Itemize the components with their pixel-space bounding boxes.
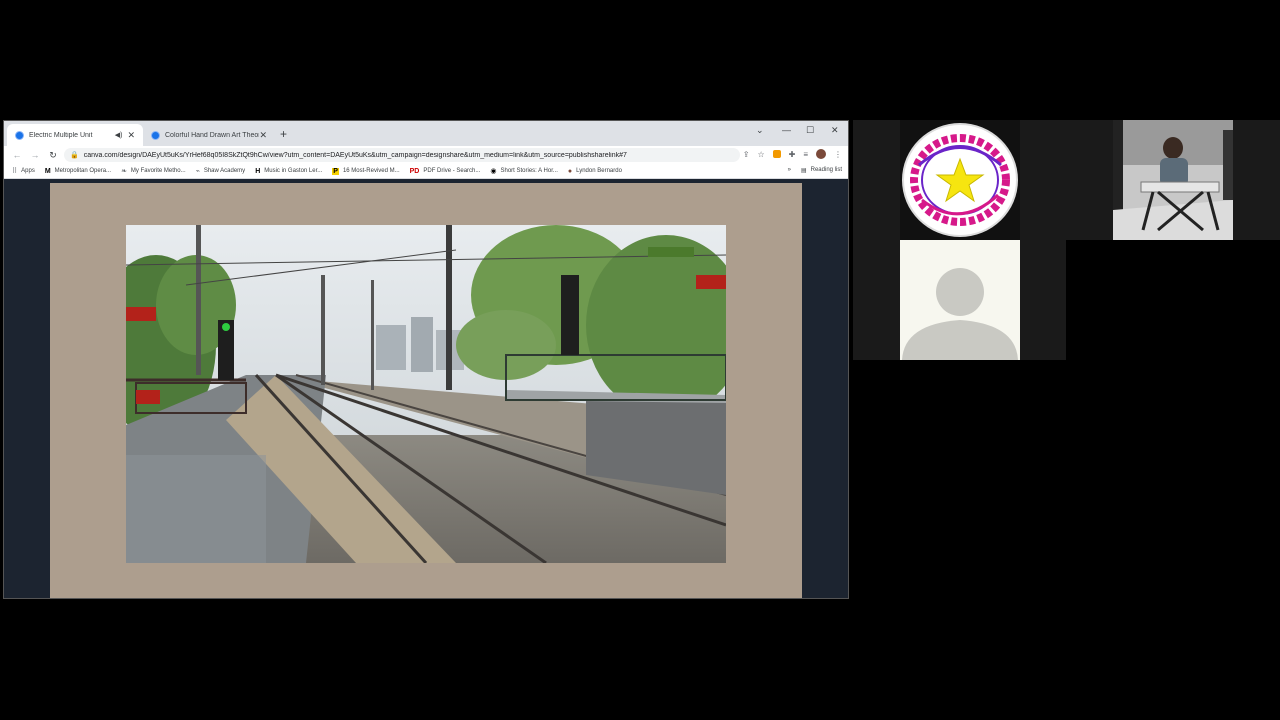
maximize-button[interactable]: ☐ [806,125,814,136]
tab-title: Colorful Hand Drawn Art Theory [165,131,260,139]
tile-gutter [1020,240,1066,360]
bookmark-label: Short Stories: A Hor... [500,168,558,174]
bookmarks-right: » ▤ Reading list [788,167,842,174]
close-window-button[interactable]: ✕ [831,125,839,136]
railway-scene-image [126,225,726,563]
tab-title: Electric Multiple Unit [29,131,93,139]
train-track-video[interactable] [126,225,726,563]
bookmark-label: Metropolitan Opera... [54,168,112,174]
bookmark-short-stories[interactable]: ◉ Short Stories: A Hor... [490,167,557,175]
canva-slide [50,183,802,598]
share-icon[interactable]: ⇪ [743,150,750,159]
star-logo [902,123,1018,237]
apps-icon: ⠿ [12,168,18,175]
lock-icon[interactable]: 🔒 [70,151,79,159]
reload-icon[interactable]: ↻ [44,150,62,161]
bookmark-star-icon[interactable]: ☆ [757,150,764,159]
tile-gutter [853,120,900,360]
tab-strip: Electric Multiple Unit ◀) ✕ Colorful Han… [4,121,848,146]
reading-list-button[interactable]: Reading list [811,167,842,174]
keyboard-player-video [1113,120,1233,240]
bookmark-label: Lyndon Bernardo [576,168,622,174]
bookmarks-bar: ⠿ Apps M Metropolitan Opera... ❧ My Favorit… [4,164,848,179]
extension-icon[interactable] [772,150,781,158]
participant-tile-logo[interactable] [900,120,1020,240]
avatar-icon: ● [567,167,573,175]
bookmark-label: PDF Drive - Search... [423,168,481,174]
more-bookmarks-button[interactable]: » [788,167,791,174]
tile-gutter [1233,120,1280,240]
close-tab-icon[interactable]: ✕ [259,130,267,141]
globe-icon: ◉ [490,168,497,175]
bookmark-apps[interactable]: ⠿ Apps [12,167,35,175]
tile-gutter [1020,120,1113,240]
bookmark-shaw-academy[interactable]: ⌁ Shaw Academy [196,167,246,175]
tab-electric-multiple-unit[interactable]: Electric Multiple Unit ◀) ✕ [7,124,143,146]
p-icon: P [332,167,339,175]
bookmark-label: Music in Gaston Ler... [264,168,323,174]
minimize-button[interactable]: — [782,125,791,135]
bookmark-pdf-drive[interactable]: PD PDF Drive - Search... [410,168,481,175]
forward-icon[interactable]: → [26,150,44,160]
puzzle-extensions-icon[interactable]: ✚ [789,150,796,159]
browser-toolbar: ← → ↻ 🔒 canva.com/design/DAEyUt5uKs/YrHe… [4,146,848,164]
bookmark-label: 16 Most-Revived M... [342,168,400,174]
participant-tile-camera[interactable] [1113,120,1233,240]
bookmark-label: Shaw Academy [203,168,246,174]
bookmark-metropolitan-opera[interactable]: M Metropolitan Opera... [45,168,111,175]
page-content [4,179,848,598]
bookmark-label: My Favorite Metho... [130,168,186,174]
shared-browser-window: Electric Multiple Unit ◀) ✕ Colorful Han… [3,120,849,599]
bookmark-music-in-gaston[interactable]: H Music in Gaston Ler... [255,168,322,175]
reading-list-icon[interactable]: ▤ [801,167,807,174]
new-tab-button[interactable]: + [280,127,287,141]
address-bar[interactable]: 🔒 canva.com/design/DAEyUt5uKs/YrHef68q05… [64,148,740,162]
profile-avatar-icon[interactable] [816,149,826,159]
menu-kebab-icon[interactable]: ⋮ [834,150,842,159]
participant-tile-avatar[interactable] [900,240,1020,360]
speaker-icon[interactable]: ◀) [115,131,123,139]
bookmark-my-favorite[interactable]: ❧ My Favorite Metho... [121,167,186,175]
canva-favicon-icon [151,130,160,140]
media-control-icon[interactable]: ≡ [803,150,808,159]
leaf-icon: ❧ [121,168,127,175]
m-icon: M [44,167,51,175]
star-logo-icon [910,134,1010,226]
shaw-icon: ⌁ [195,168,200,175]
close-tab-icon[interactable]: ✕ [127,130,135,141]
tab-colorful-hand-drawn-art[interactable]: Colorful Hand Drawn Art Theory ✕ [143,124,275,146]
back-icon[interactable]: ← [8,150,26,160]
default-user-avatar-icon [902,268,1018,360]
bookmark-lyndon-bernardo[interactable]: ● Lyndon Bernardo [568,168,622,175]
toolbar-icons: ⇪ ☆ ✚ ≡ ⋮ [743,149,842,159]
bookmark-label: Apps [21,168,35,174]
h-icon: H [255,167,261,175]
canva-favicon-icon [15,130,24,140]
pdf-icon: PD [409,167,420,175]
tab-search-icon[interactable]: ⌄ [756,125,764,136]
bookmark-16-most-revived[interactable]: P 16 Most-Revived M... [332,167,400,175]
url-text: canva.com/design/DAEyUt5uKs/YrHef68q05I8… [83,151,627,159]
